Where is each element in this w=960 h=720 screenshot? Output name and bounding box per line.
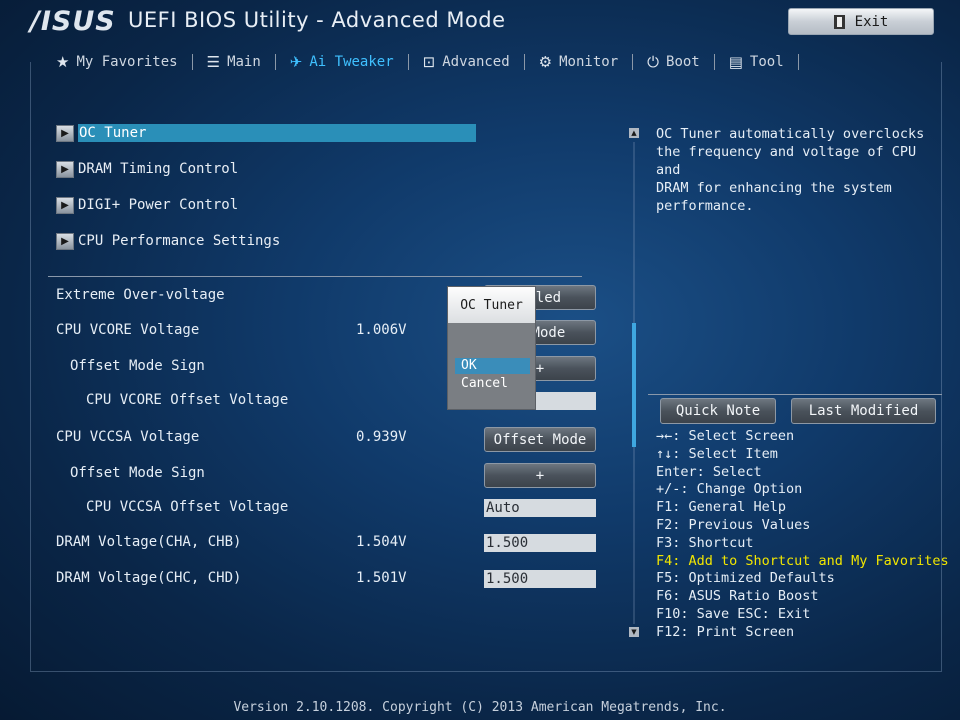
help-description: OC Tuner automatically overclocks the fr… <box>656 126 925 214</box>
tab-main[interactable]: ☰ Main <box>193 48 275 76</box>
shortcut-select-screen: →←: Select Screen <box>656 428 795 444</box>
last-modified-button[interactable]: Last Modified <box>791 398 936 424</box>
quick-note-button[interactable]: Quick Note <box>660 398 776 424</box>
popup-cancel-option[interactable]: Cancel <box>455 376 530 392</box>
submenu-arrow-icon: ▶ <box>56 160 74 178</box>
menu-label: DIGI+ Power Control <box>78 197 239 213</box>
ai-tweaker-icon: ✈ <box>289 53 303 71</box>
shortcut-f2: F2: Previous Values <box>656 516 811 533</box>
scrollbar-thumb[interactable] <box>632 323 636 447</box>
tab-label: Ai Tweaker <box>309 54 394 70</box>
shortcut-select-item: ↑↓: Select Item <box>656 445 778 462</box>
tab-my-favorites[interactable]: ★ My Favorites <box>42 48 192 76</box>
menu-label: DRAM Timing Control <box>78 161 239 177</box>
shortcut-f4: F4: Add to Shortcut and My Favorites <box>656 552 949 569</box>
shortcut-list: →←: Select Screen ↑↓: Select Item Enter:… <box>656 428 949 642</box>
tool-icon: ▤ <box>728 53 743 71</box>
dram-voltage-cha-chb-field[interactable]: 1.500 <box>484 534 596 552</box>
shortcut-f6: F6: ASUS Ratio Boost <box>656 588 819 605</box>
cpu-vccsa-voltage-label: CPU VCCSA Voltage <box>56 429 200 445</box>
exit-button[interactable]: Exit <box>788 8 934 35</box>
tab-advanced[interactable]: ⊡ Advanced <box>409 48 524 76</box>
cpu-vcore-voltage-label: CPU VCORE Voltage <box>56 322 200 338</box>
offset-mode-sign-label: Offset Mode Sign <box>70 465 205 481</box>
shortcut-f12: F12: Print Screen <box>656 623 795 640</box>
menu-item-digi-power-control[interactable]: ▶ DIGI+ Power Control <box>56 196 238 214</box>
header: /ISUS UEFI BIOS Utility - Advanced Mode … <box>0 0 960 44</box>
tab-bar: ★ My Favorites ☰ Main ✈ Ai Tweaker ⊡ Adv… <box>42 48 799 76</box>
tab-boot[interactable]: ⏻ Boot <box>633 48 714 76</box>
cpu-vccsa-offset-voltage-label: CPU VCCSA Offset Voltage <box>86 499 289 515</box>
cpu-vccsa-mode-button[interactable]: Offset Mode <box>484 427 596 452</box>
shortcut-f3: F3: Shortcut <box>656 534 754 551</box>
submenu-arrow-icon: ▶ <box>56 232 74 250</box>
submenu-arrow-icon: ▶ <box>56 196 74 214</box>
star-icon: ★ <box>56 53 70 71</box>
exit-label: Exit <box>854 13 889 30</box>
tab-label: Tool <box>749 54 784 70</box>
cpu-vccsa-offset-voltage-field[interactable]: Auto <box>484 499 596 517</box>
tab-ai-tweaker[interactable]: ✈ Ai Tweaker <box>276 48 408 76</box>
cpu-vcore-offset-voltage-label: CPU VCORE Offset Voltage <box>86 392 289 408</box>
tab-label: Main <box>227 54 261 70</box>
dram-voltage-chc-chd-field[interactable]: 1.500 <box>484 570 596 588</box>
shortcut-enter: Enter: Select <box>656 463 762 480</box>
shortcut-f10-esc: F10: Save ESC: Exit <box>656 605 811 622</box>
list-icon: ☰ <box>206 53 221 71</box>
tab-monitor[interactable]: ⚙ Monitor <box>525 48 632 76</box>
dram-voltage-cha-chb-label: DRAM Voltage(CHA, CHB) <box>56 534 242 550</box>
panel-divider <box>648 394 942 395</box>
menu-item-cpu-performance-settings[interactable]: ▶ CPU Performance Settings <box>56 232 280 250</box>
dram-voltage-chc-chd-value: 1.501V <box>356 570 407 586</box>
shortcut-f5: F5: Optimized Defaults <box>656 570 835 587</box>
popup-ok-option[interactable]: OK <box>455 358 530 374</box>
asus-logo: /ISUS <box>30 6 116 37</box>
monitor-icon: ⚙ <box>538 53 553 71</box>
shortcut-f1: F1: General Help <box>656 499 787 516</box>
dram-voltage-cha-chb-value: 1.504V <box>356 534 407 550</box>
cpu-vccsa-voltage-value: 0.939V <box>356 429 407 445</box>
page-title: UEFI BIOS Utility - Advanced Mode <box>128 8 506 32</box>
tab-label: My Favorites <box>76 54 178 70</box>
menu-label: OC Tuner <box>78 124 476 142</box>
offset-mode-sign-button[interactable]: + <box>484 463 596 488</box>
tab-label: Advanced <box>442 54 510 70</box>
cpu-vcore-voltage-value: 1.006V <box>356 322 407 338</box>
tab-label: Monitor <box>559 54 619 70</box>
menu-item-oc-tuner[interactable]: ▶ OC Tuner <box>56 124 476 142</box>
tab-label: Boot <box>666 54 700 70</box>
oc-tuner-popup: OC Tuner OK Cancel <box>447 286 536 410</box>
version-footer: Version 2.10.1208. Copyright (C) 2013 Am… <box>233 700 727 715</box>
tab-separator <box>797 54 799 70</box>
advanced-icon: ⊡ <box>422 53 436 71</box>
extreme-over-voltage-label: Extreme Over-voltage <box>56 287 225 303</box>
exit-door-icon <box>833 14 845 29</box>
menu-item-dram-timing-control[interactable]: ▶ DRAM Timing Control <box>56 160 238 178</box>
tab-tool[interactable]: ▤ Tool <box>715 48 798 76</box>
menu-label: CPU Performance Settings <box>78 233 281 249</box>
scroll-down-arrow-icon[interactable]: ▼ <box>629 627 639 637</box>
popup-title: OC Tuner <box>448 287 535 323</box>
offset-mode-sign-label: Offset Mode Sign <box>70 358 205 374</box>
dram-voltage-chc-chd-label: DRAM Voltage(CHC, CHD) <box>56 570 242 586</box>
scroll-up-arrow-icon[interactable]: ▲ <box>629 128 639 138</box>
shortcut-change-option: +/-: Change Option <box>656 481 803 498</box>
power-icon: ⏻ <box>647 53 660 71</box>
section-divider <box>48 276 582 277</box>
submenu-arrow-icon: ▶ <box>56 124 74 142</box>
